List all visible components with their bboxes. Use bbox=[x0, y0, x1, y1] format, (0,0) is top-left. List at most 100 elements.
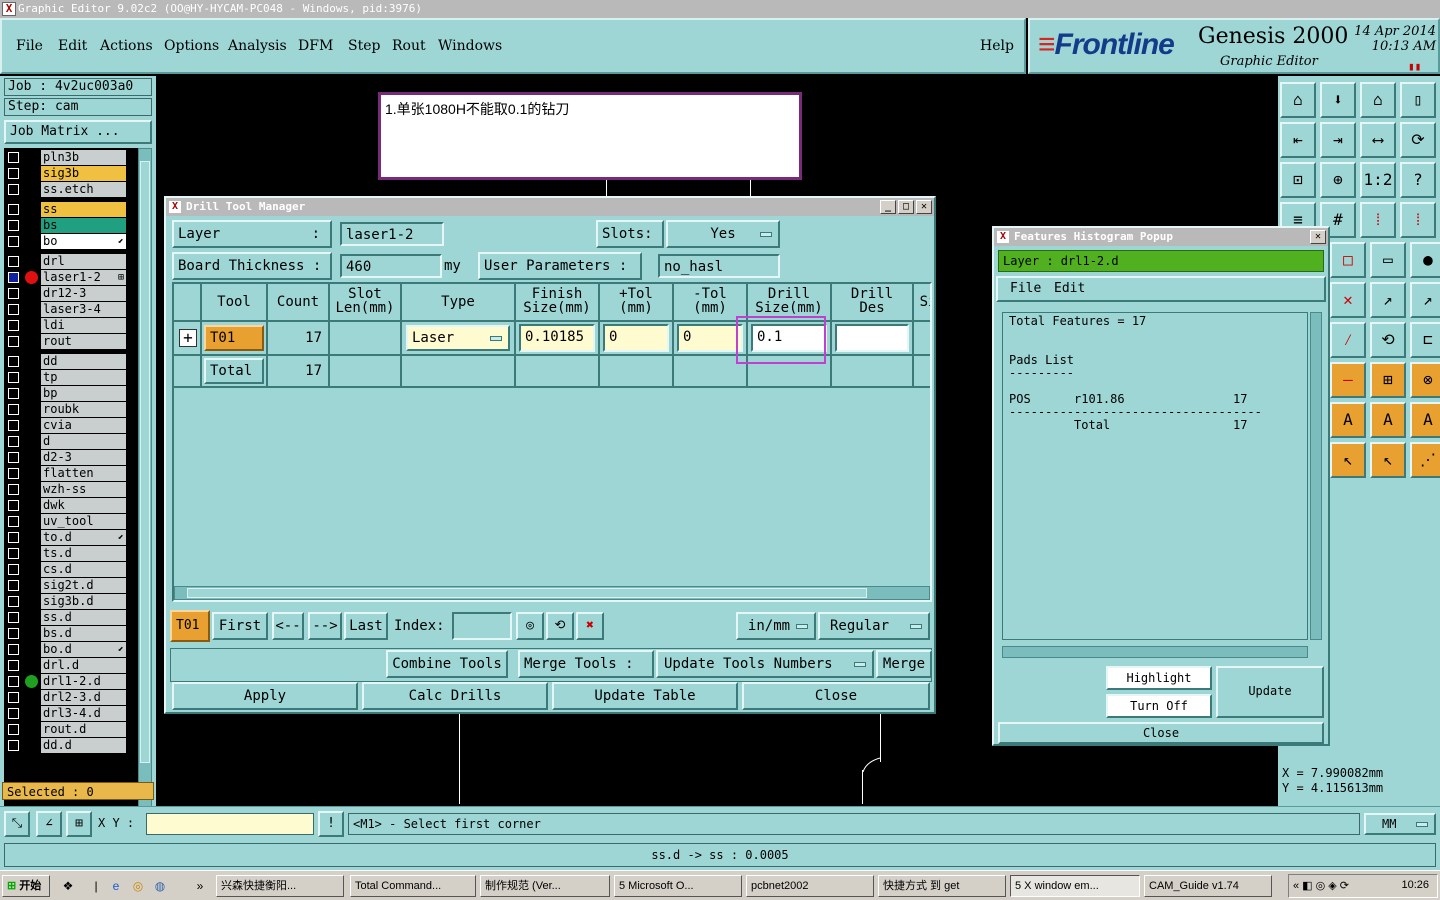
layer-row[interactable]: drl bbox=[4, 254, 138, 269]
layer-row[interactable]: drl1-2.d bbox=[4, 674, 138, 689]
layer-row[interactable]: flatten bbox=[4, 466, 138, 481]
user-parameters-value[interactable]: no_hasl bbox=[658, 254, 780, 278]
close-window-button[interactable]: ✕ bbox=[1310, 230, 1326, 244]
layer-row[interactable]: ss bbox=[4, 202, 138, 217]
merge-button[interactable]: Merge bbox=[876, 650, 932, 678]
task-item[interactable]: Total Command... bbox=[350, 875, 476, 897]
board-thickness-input[interactable]: 460 bbox=[340, 254, 442, 278]
measure-icon[interactable]: ∠ bbox=[36, 811, 62, 837]
turn-off-button[interactable]: Turn Off bbox=[1106, 694, 1212, 718]
update-button[interactable]: Update bbox=[1216, 666, 1324, 718]
task-item[interactable]: 快捷方式 到 get bbox=[878, 875, 1006, 897]
line-icon[interactable]: ↗ bbox=[1370, 282, 1406, 318]
layer-name[interactable]: to.d ⬋ bbox=[41, 530, 126, 545]
close-button[interactable]: Close bbox=[742, 682, 930, 710]
layer-checkbox[interactable] bbox=[8, 304, 19, 315]
rect-icon[interactable]: □ bbox=[1330, 242, 1366, 278]
delete-icon[interactable]: ✕ bbox=[1330, 282, 1366, 318]
layer-name[interactable]: laser1-2 ⊞ bbox=[41, 270, 126, 285]
layer-name[interactable]: ss bbox=[41, 202, 126, 217]
layer-row[interactable]: cvia bbox=[4, 418, 138, 433]
right-icon[interactable]: ⇥ bbox=[1320, 122, 1356, 158]
layer-name[interactable]: bs.d bbox=[41, 626, 126, 641]
layer-row[interactable]: sig3b bbox=[4, 166, 138, 181]
layer-name[interactable]: wzh-ss bbox=[41, 482, 126, 497]
layer-checkbox[interactable] bbox=[8, 420, 19, 431]
layer-checkbox[interactable] bbox=[8, 220, 19, 231]
layer-checkbox[interactable] bbox=[8, 628, 19, 639]
layer-row[interactable]: bs.d bbox=[4, 626, 138, 641]
menu-step[interactable]: Step bbox=[348, 38, 380, 54]
hist-close-button[interactable]: Close bbox=[998, 722, 1324, 744]
layer-name[interactable]: roubk bbox=[41, 402, 126, 417]
layer-checkbox[interactable] bbox=[8, 204, 19, 215]
layer-checkbox[interactable] bbox=[8, 612, 19, 623]
layer-checkbox[interactable] bbox=[8, 580, 19, 591]
route-icon[interactable]: ⋰ bbox=[1410, 442, 1440, 478]
line-alt-icon[interactable]: ↗ bbox=[1410, 282, 1440, 318]
left-icon[interactable]: ⇤ bbox=[1280, 122, 1316, 158]
text-alt-icon[interactable]: A bbox=[1370, 402, 1406, 438]
layer-name[interactable]: bo ⬋ bbox=[41, 234, 126, 249]
menu-rout[interactable]: Rout bbox=[392, 38, 426, 54]
layer-checkbox[interactable] bbox=[8, 372, 19, 383]
layer-row[interactable]: ss.etch bbox=[4, 182, 138, 197]
grid-icon[interactable]: ⊞ bbox=[66, 811, 92, 837]
layer-scrollbar[interactable] bbox=[138, 148, 152, 854]
layer-name[interactable]: rout.d bbox=[41, 722, 126, 737]
layer-row[interactable]: rout bbox=[4, 334, 138, 349]
layer-row[interactable]: d bbox=[4, 434, 138, 449]
tool-cell[interactable]: T01 bbox=[204, 325, 264, 351]
pad-icon[interactable]: ● bbox=[1410, 242, 1440, 278]
update-table-button[interactable]: Update Table bbox=[552, 682, 738, 710]
layer-checkbox[interactable] bbox=[8, 184, 19, 195]
app-icon[interactable]: ◍ bbox=[152, 878, 168, 894]
maximize-button[interactable]: □ bbox=[898, 200, 914, 214]
layer-name[interactable]: drl3-4.d bbox=[41, 706, 126, 721]
layer-checkbox[interactable] bbox=[8, 740, 19, 751]
layer-name[interactable]: dwk bbox=[41, 498, 126, 513]
select-icon[interactable]: ↖ bbox=[1330, 442, 1366, 478]
layer-row[interactable]: ldi bbox=[4, 318, 138, 333]
layer-name[interactable]: rout bbox=[41, 334, 126, 349]
help-icon[interactable]: ? bbox=[1400, 162, 1436, 198]
first-button[interactable]: First bbox=[212, 612, 268, 640]
layer-checkbox[interactable] bbox=[8, 724, 19, 735]
refresh-icon[interactable]: ⟲ bbox=[546, 612, 574, 640]
task-item[interactable]: CAM_Guide v1.74 bbox=[1144, 875, 1272, 897]
layer-value[interactable]: laser1-2 bbox=[340, 222, 444, 246]
menu-windows[interactable]: Windows bbox=[438, 38, 502, 54]
task-item[interactable]: 5 Microsoft O... bbox=[614, 875, 742, 897]
panel-icon[interactable]: ▯ bbox=[1400, 82, 1436, 118]
layer-name[interactable]: ts.d bbox=[41, 546, 126, 561]
layer-name[interactable]: drl2-3.d bbox=[41, 690, 126, 705]
layer-row[interactable]: laser3-4 bbox=[4, 302, 138, 317]
layer-name[interactable]: dd bbox=[41, 354, 126, 369]
layer-row[interactable]: dd.d bbox=[4, 738, 138, 753]
layer-checkbox[interactable] bbox=[8, 644, 19, 655]
ie-icon[interactable]: e bbox=[108, 878, 124, 894]
layer-row[interactable]: pln3b bbox=[4, 150, 138, 165]
menu-options[interactable]: Options bbox=[164, 38, 219, 54]
layer-name[interactable]: sig3b.d bbox=[41, 594, 126, 609]
layer-row[interactable]: drl.d bbox=[4, 658, 138, 673]
mode-dropdown[interactable]: Regular bbox=[818, 612, 930, 640]
layer-name[interactable]: ss.etch bbox=[41, 182, 126, 197]
task-item[interactable]: 兴森快捷衡阳... bbox=[216, 875, 344, 897]
layer-row[interactable]: bo.d ⬋ bbox=[4, 642, 138, 657]
ruler-icon[interactable]: ▭ bbox=[1370, 242, 1406, 278]
expand-row-button[interactable]: + bbox=[179, 329, 197, 347]
layer-row[interactable]: roubk bbox=[4, 402, 138, 417]
down-icon[interactable]: ⬇ bbox=[1320, 82, 1356, 118]
layer-row[interactable]: rout.d bbox=[4, 722, 138, 737]
layer-name[interactable]: cvia bbox=[41, 418, 126, 433]
start-button[interactable]: ⊞ 开始 bbox=[2, 875, 50, 897]
task-item[interactable]: pcbnet2002 bbox=[746, 875, 874, 897]
zoom-fit-icon[interactable]: ⤡ bbox=[4, 811, 30, 837]
layer-checkbox[interactable] bbox=[8, 388, 19, 399]
layer-checkbox[interactable] bbox=[8, 336, 19, 347]
rotate-icon[interactable]: ⟳ bbox=[1400, 122, 1436, 158]
layer-checkbox[interactable] bbox=[8, 500, 19, 511]
tray-icons[interactable]: « ◧ ◎ ◈ ⟳ bbox=[1293, 879, 1349, 892]
snap-icon[interactable]: ⁞ bbox=[1360, 202, 1396, 238]
